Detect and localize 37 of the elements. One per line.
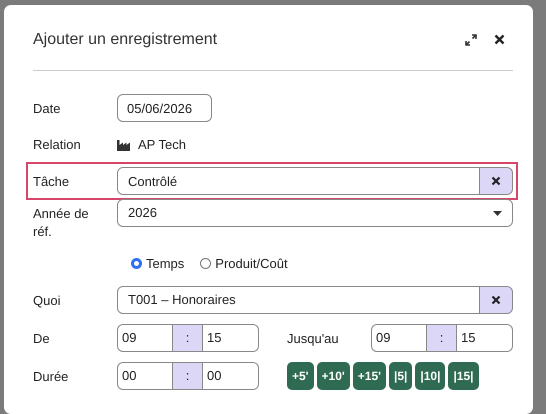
field-label: Tâche (33, 173, 70, 191)
what-field[interactable]: T001 – Honoraires (117, 286, 480, 314)
dialog-title: Ajouter un enregistrement (33, 30, 218, 50)
task-field[interactable]: Contrôlé (117, 167, 480, 195)
relation-value: AP Tech (138, 136, 186, 154)
hours-field[interactable]: 09 (371, 324, 427, 352)
minutes-field[interactable]: 15 (203, 324, 259, 352)
field-label: Quoi (33, 292, 62, 310)
minutes-field[interactable]: 15 (457, 324, 513, 352)
time-separator: : (427, 324, 457, 352)
quick-time-button[interactable]: |10| (415, 362, 446, 390)
quick-time-button[interactable]: +15' (352, 362, 386, 390)
clear-button[interactable] (480, 167, 513, 195)
date-field[interactable]: 05/06/2026 (117, 94, 212, 122)
quick-time-button[interactable]: +10' (316, 362, 350, 390)
year-select[interactable]: 2026 (117, 199, 513, 227)
time-separator: : (173, 324, 203, 352)
time-separator: : (173, 362, 203, 390)
field-label: Jusqu'au (287, 330, 340, 348)
quick-time-button[interactable]: |5| (388, 362, 412, 390)
hours-field[interactable]: 00 (117, 362, 173, 390)
field-label: Année de réf. (33, 205, 90, 240)
hours-field[interactable]: 09 (117, 324, 173, 352)
caret-icon (493, 210, 502, 216)
close-icon (491, 176, 501, 186)
clear-button[interactable] (480, 286, 513, 314)
factory-icon (117, 138, 130, 151)
field-label: Relation (33, 136, 82, 154)
minutes-field[interactable]: 00 (203, 362, 259, 390)
close-icon (491, 294, 501, 305)
field-label: Durée (33, 368, 70, 386)
field-label: De (33, 330, 51, 348)
quick-time-button[interactable]: |15| (448, 362, 478, 390)
radio-option[interactable]: Produit/Coût (200, 254, 288, 274)
radio-option[interactable]: Temps (131, 254, 184, 274)
quick-time-button[interactable]: +5' (287, 362, 314, 390)
field-label: Date (33, 100, 62, 118)
